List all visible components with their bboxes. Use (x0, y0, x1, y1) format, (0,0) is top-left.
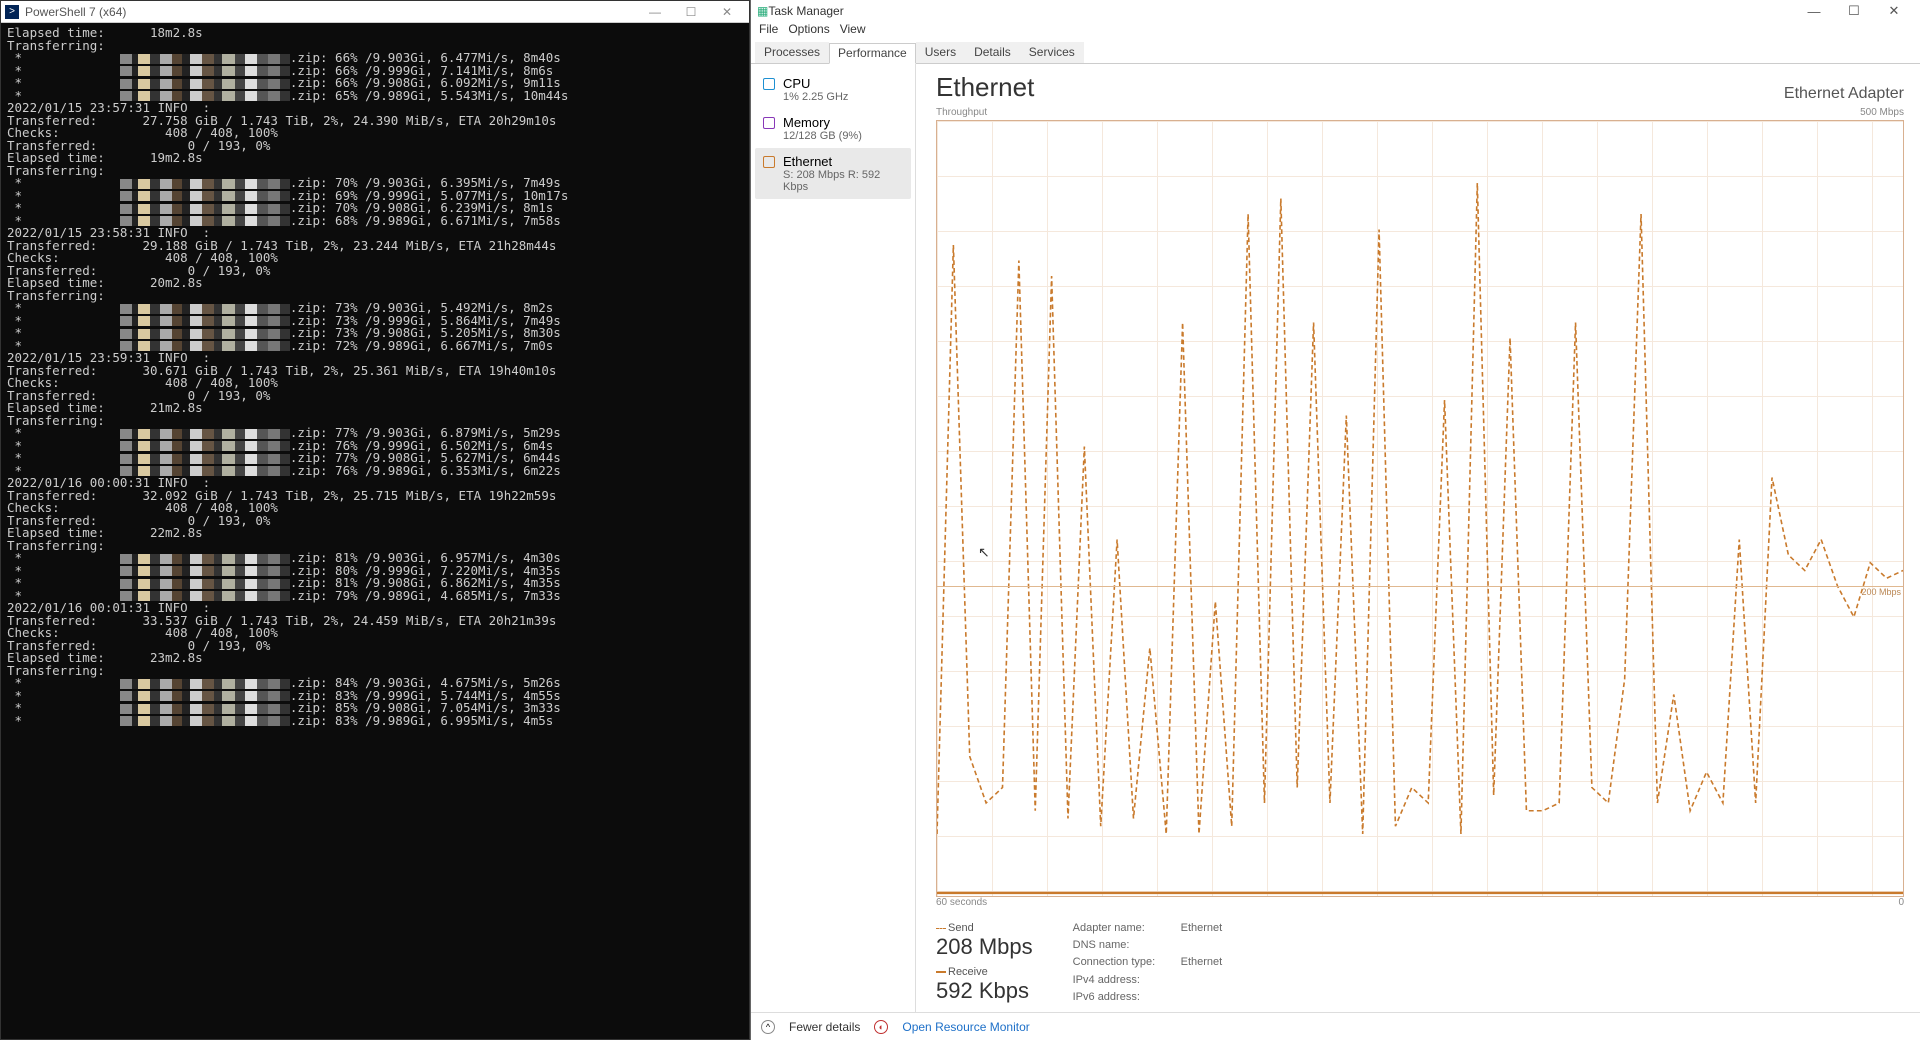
redacted-filename (120, 329, 290, 339)
redacted-filename (120, 204, 290, 214)
redacted-filename (120, 679, 290, 689)
taskmanager-tabs: ProcessesPerformanceUsersDetailsServices (751, 42, 1920, 64)
taskmanager-footer: ^ Fewer details ◐ Open Resource Monitor (751, 1012, 1920, 1040)
redacted-filename (120, 566, 290, 576)
tab-processes[interactable]: Processes (755, 42, 829, 63)
tm-minimize-button[interactable]: — (1794, 4, 1834, 19)
tab-services[interactable]: Services (1020, 42, 1084, 63)
performance-sidebar: CPU1% 2.25 GHzMemory12/128 GB (9%)Ethern… (751, 64, 916, 1012)
terminal-line: Elapsed time: 18m2.8s (7, 27, 743, 40)
x-axis-right: 0 (1898, 897, 1904, 908)
redacted-filename (120, 579, 290, 589)
throughput-graph: 200 Mbps (936, 120, 1904, 897)
sidebar-item-eth[interactable]: EthernetS: 208 Mbps R: 592 Kbps (755, 148, 911, 199)
maximize-button[interactable]: ☐ (673, 5, 709, 19)
sidebar-item-label: CPU (783, 76, 848, 91)
powershell-title-text: PowerShell 7 (x64) (25, 5, 126, 19)
taskmanager-title-text: Task Manager (768, 4, 843, 18)
mem-icon (763, 117, 775, 129)
cpu-icon (763, 78, 775, 90)
minimize-button[interactable]: — (637, 5, 673, 19)
send-value: 208 Mbps (936, 934, 1033, 960)
menu-view[interactable]: View (840, 22, 866, 42)
resource-monitor-icon[interactable]: ◐ (874, 1020, 888, 1034)
menu-file[interactable]: File (759, 22, 778, 42)
redacted-filename (120, 179, 290, 189)
sidebar-item-sub: 1% 2.25 GHz (783, 91, 848, 103)
redacted-filename (120, 454, 290, 464)
y-axis-label: Throughput (936, 107, 987, 118)
adapter-info: Adapter name:Ethernet DNS name: Connecti… (1073, 922, 1223, 1004)
redacted-filename (120, 79, 290, 89)
close-button[interactable]: ✕ (709, 5, 745, 19)
x-axis-left: 60 seconds (936, 897, 987, 908)
terminal-line: * .zip: 83% /9.989Gi, 6.995Mi/s, 4m5s (7, 715, 743, 728)
redacted-filename (120, 429, 290, 439)
tab-users[interactable]: Users (916, 42, 965, 63)
taskmanager-titlebar[interactable]: ▦ Task Manager — ☐ ✕ (751, 0, 1920, 22)
graph-series-send (937, 183, 1903, 834)
redacted-filename (120, 441, 290, 451)
graph-200-line: 200 Mbps (937, 586, 1903, 597)
taskmanager-icon: ▦ (757, 4, 768, 18)
sidebar-item-cpu[interactable]: CPU1% 2.25 GHz (755, 70, 911, 109)
redacted-filename (120, 54, 290, 64)
receive-value: 592 Kbps (936, 978, 1033, 1004)
redacted-filename (120, 191, 290, 201)
taskmanager-window: ▦ Task Manager — ☐ ✕ File Options View Pro… (750, 0, 1920, 1040)
tab-details[interactable]: Details (965, 42, 1020, 63)
powershell-titlebar[interactable]: > PowerShell 7 (x64) — ☐ ✕ (1, 1, 749, 23)
tm-close-button[interactable]: ✕ (1874, 3, 1914, 19)
page-title: Ethernet (936, 72, 1034, 103)
terminal-line: Elapsed time: 21m2.8s (7, 402, 743, 415)
redacted-filename (120, 691, 290, 701)
terminal-line: Elapsed time: 19m2.8s (7, 152, 743, 165)
eth-icon (763, 156, 775, 168)
fewer-details-link[interactable]: Fewer details (789, 1020, 860, 1034)
sidebar-item-label: Memory (783, 115, 862, 130)
redacted-filename (120, 66, 290, 76)
menu-options[interactable]: Options (788, 22, 829, 42)
sidebar-item-sub: S: 208 Mbps R: 592 Kbps (783, 169, 903, 193)
sidebar-item-label: Ethernet (783, 154, 903, 169)
y-axis-max: 500 Mbps (1860, 107, 1904, 118)
powershell-window: > PowerShell 7 (x64) — ☐ ✕ Elapsed time:… (0, 0, 750, 1040)
fewer-details-icon[interactable]: ^ (761, 1020, 775, 1034)
tm-maximize-button[interactable]: ☐ (1834, 3, 1874, 19)
performance-main: ↖ Ethernet Ethernet Adapter Throughput 5… (916, 64, 1920, 1012)
tab-performance[interactable]: Performance (829, 43, 916, 64)
redacted-filename (120, 716, 290, 726)
terminal-line: Elapsed time: 20m2.8s (7, 277, 743, 290)
powershell-icon: > (5, 5, 19, 19)
resource-monitor-link[interactable]: Open Resource Monitor (902, 1020, 1029, 1034)
redacted-filename (120, 316, 290, 326)
sidebar-item-sub: 12/128 GB (9%) (783, 130, 862, 142)
redacted-filename (120, 304, 290, 314)
taskmanager-menubar: File Options View (751, 22, 1920, 42)
terminal-line: Elapsed time: 22m2.8s (7, 527, 743, 540)
adapter-name: Ethernet Adapter (1784, 85, 1904, 103)
redacted-filename (120, 554, 290, 564)
send-stat: Send 208 Mbps Receive 592 Kbps (936, 922, 1033, 1004)
terminal-line: Elapsed time: 23m2.8s (7, 652, 743, 665)
redacted-filename (120, 704, 290, 714)
powershell-terminal[interactable]: Elapsed time: 18m2.8sTransferring: * .zi… (1, 23, 749, 1039)
sidebar-item-mem[interactable]: Memory12/128 GB (9%) (755, 109, 911, 148)
